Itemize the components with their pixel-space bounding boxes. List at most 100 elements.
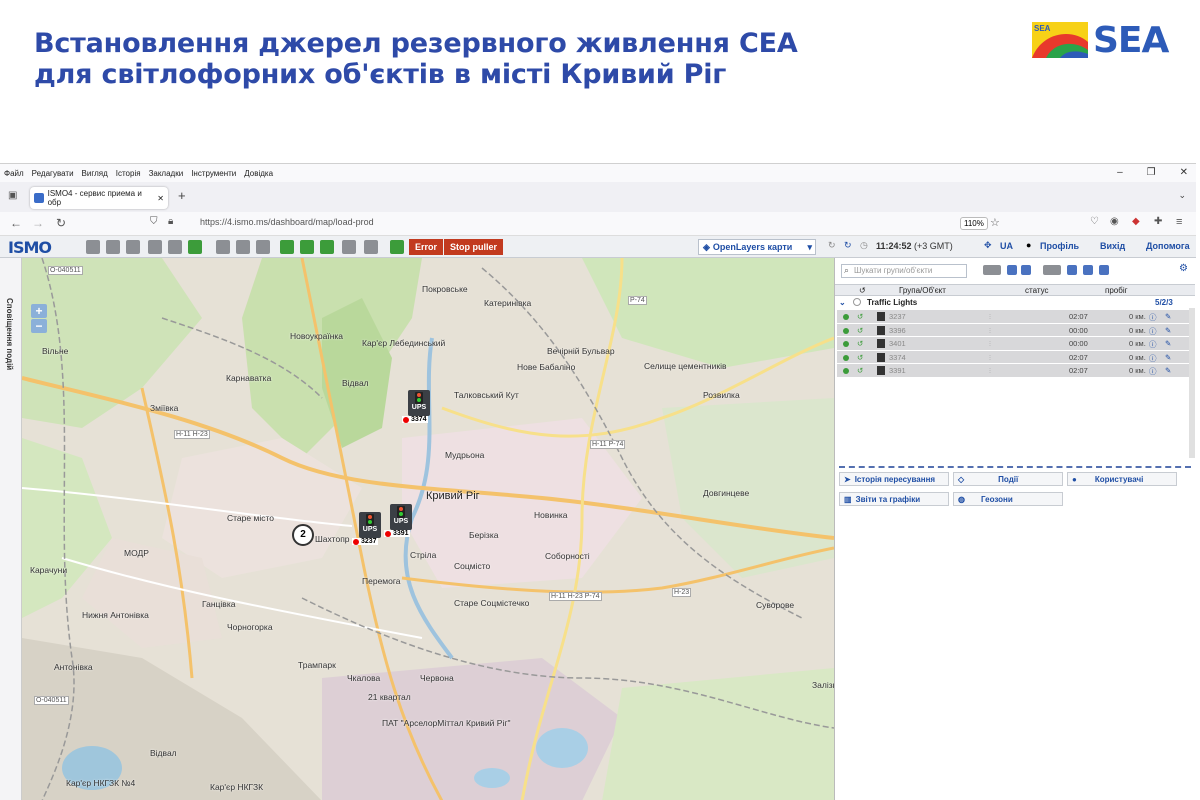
tab-ismo[interactable]: ISMO4 - сервис приема и обр ✕ xyxy=(30,187,168,209)
panel-add-group-icon[interactable] xyxy=(1067,265,1077,275)
sync-icon[interactable]: ↻ xyxy=(844,240,852,251)
reports-button[interactable]: ▥ Звіти та графіки xyxy=(839,492,949,506)
history-button[interactable]: ➤ Історія пересування xyxy=(839,472,949,486)
tool-flag-4-icon[interactable] xyxy=(342,240,356,254)
table-row[interactable]: ↺ 3396 ⫶ 00:00 0 км. ⓘ ✎ xyxy=(837,323,1195,337)
table-row[interactable]: ↺ 3391 ⫶ 02:07 0 км. ⓘ ✎ xyxy=(837,364,1195,378)
cluster-marker[interactable]: 2 xyxy=(292,524,314,546)
table-row[interactable]: ↺ 3374 ⫶ 02:07 0 км. ⓘ ✎ xyxy=(837,350,1195,364)
map-view[interactable]: Покровське Катеринівка Новоукраїнка Кар'єр … xyxy=(22,258,834,800)
restore-icon[interactable]: ❐ xyxy=(1147,167,1156,178)
forward-icon[interactable]: → xyxy=(32,216,44,230)
info-icon[interactable]: ⓘ xyxy=(1149,339,1157,350)
ups-marker-3374[interactable]: UPS xyxy=(408,390,430,416)
menu-bookmarks[interactable]: Закладки xyxy=(149,169,184,178)
panel-folder-icon[interactable] xyxy=(1043,265,1061,275)
refresh-icon[interactable]: ↻ xyxy=(828,240,836,251)
events-sidebar[interactable]: Сповіщення подій xyxy=(0,258,22,800)
tool-layers-icon[interactable] xyxy=(168,240,182,254)
geozones-button[interactable]: ◍ Геозони xyxy=(953,492,1063,506)
map-zoom-in-button[interactable]: + xyxy=(31,304,47,318)
bookmark-star-icon[interactable]: ☆ xyxy=(990,216,1000,229)
edit-icon[interactable]: ✎ xyxy=(1165,339,1171,348)
edit-icon[interactable]: ✎ xyxy=(1165,366,1171,375)
close-tab-icon[interactable]: ✕ xyxy=(157,194,168,203)
group-collapse-icon[interactable]: ⌄ xyxy=(839,298,846,307)
group-row[interactable]: ⌄ Traffic Lights 5/2/3 xyxy=(835,297,1195,309)
tab-list-icon[interactable]: ▣ xyxy=(8,190,17,201)
search-input[interactable]: Шукати групи/об'єкти xyxy=(841,264,967,278)
edit-icon[interactable]: ✎ xyxy=(1165,312,1171,321)
column-mileage[interactable]: пробіг xyxy=(1105,286,1128,295)
tool-flag-1-icon[interactable] xyxy=(280,240,294,254)
pocket-icon[interactable]: ♡ xyxy=(1090,216,1099,227)
refresh-row-icon[interactable]: ↺ xyxy=(857,366,863,375)
profile-link[interactable]: Профіль xyxy=(1040,241,1079,251)
refresh-row-icon[interactable]: ↺ xyxy=(857,353,863,362)
tool-geozone-icon[interactable] xyxy=(390,240,404,254)
menu-edit[interactable]: Редагувати xyxy=(32,169,74,178)
menu-tools[interactable]: Інструменти xyxy=(191,169,236,178)
panel-splitter[interactable] xyxy=(839,466,1191,468)
panel-settings-icon[interactable]: ⚙ xyxy=(1179,263,1188,274)
tool-flag-3-icon[interactable] xyxy=(320,240,334,254)
tool-measure-icon[interactable] xyxy=(126,240,140,254)
panel-list-icon[interactable] xyxy=(1021,265,1031,275)
close-window-icon[interactable]: ✕ xyxy=(1180,167,1188,178)
menu-history[interactable]: Історія xyxy=(116,169,141,178)
info-icon[interactable]: ⓘ xyxy=(1149,366,1157,377)
info-icon[interactable]: ⓘ xyxy=(1149,312,1157,323)
users-button[interactable]: ● Користувачі xyxy=(1067,472,1177,486)
tool-vehicle-icon[interactable] xyxy=(216,240,230,254)
map-layer-select[interactable]: ◈ OpenLayers карти ▾ xyxy=(698,239,816,255)
refresh-row-icon[interactable]: ↺ xyxy=(857,339,863,348)
new-tab-icon[interactable]: + xyxy=(178,188,186,203)
account-icon[interactable]: ◉ xyxy=(1110,216,1119,227)
edit-icon[interactable]: ✎ xyxy=(1165,326,1171,335)
info-icon[interactable]: ⓘ xyxy=(1149,326,1157,337)
tool-truck-icon[interactable] xyxy=(236,240,250,254)
column-status[interactable]: статус xyxy=(1025,286,1049,295)
panel-remove-icon[interactable] xyxy=(1099,265,1109,275)
column-group[interactable]: Група/Об'єкт xyxy=(899,286,946,295)
tool-print-icon[interactable] xyxy=(256,240,270,254)
ups-marker-3391[interactable]: UPS xyxy=(390,504,412,530)
table-row[interactable]: ↺ 3401 ⫶ 00:00 0 км. ⓘ ✎ xyxy=(837,337,1195,351)
refresh-row-icon[interactable]: ↺ xyxy=(857,312,863,321)
zoom-level[interactable]: 110% xyxy=(960,217,988,230)
language-select[interactable]: UA xyxy=(1000,241,1013,251)
url-field[interactable]: https://4.ismo.ms/dashboard/map/load-pro… xyxy=(200,217,374,227)
events-button[interactable]: ◇ Події xyxy=(953,472,1063,486)
map-zoom-out-button[interactable]: − xyxy=(31,319,47,333)
stop-puller-button[interactable]: Stop puller xyxy=(444,239,503,255)
fullscreen-icon[interactable]: ✥ xyxy=(984,240,992,251)
edit-icon[interactable]: ✎ xyxy=(1165,353,1171,362)
ups-marker-3237[interactable]: UPS xyxy=(359,512,381,538)
tool-search-icon[interactable] xyxy=(148,240,162,254)
extension-icon[interactable]: ◆ xyxy=(1132,216,1140,227)
panel-group-list-icon[interactable] xyxy=(1083,265,1093,275)
scrollbar[interactable] xyxy=(1189,308,1195,458)
header-refresh-icon[interactable]: ↺ xyxy=(859,286,866,295)
menu-view[interactable]: Вигляд xyxy=(82,169,108,178)
menu-file[interactable]: Файл xyxy=(4,169,24,178)
error-button[interactable]: Error xyxy=(409,239,444,255)
back-icon[interactable]: ← xyxy=(10,216,22,230)
tool-route-icon[interactable] xyxy=(188,240,202,254)
tool-zoom-in-icon[interactable] xyxy=(86,240,100,254)
help-link[interactable]: Допомога xyxy=(1146,241,1190,251)
panel-add-icon[interactable] xyxy=(1007,265,1017,275)
logout-link[interactable]: Вихід xyxy=(1100,241,1125,251)
menu-help[interactable]: Довідка xyxy=(244,169,273,178)
tool-pan-icon[interactable] xyxy=(106,240,120,254)
tabs-dropdown-icon[interactable]: ⌄ xyxy=(1178,190,1186,201)
refresh-row-icon[interactable]: ↺ xyxy=(857,326,863,335)
info-icon[interactable]: ⓘ xyxy=(1149,353,1157,364)
table-row[interactable]: ↺ 3237 ⫶ 02:07 0 км. ⓘ ✎ xyxy=(837,310,1195,324)
minimize-icon[interactable]: – xyxy=(1117,167,1123,178)
hamburger-menu-icon[interactable]: ≡ xyxy=(1176,216,1182,228)
reload-icon[interactable]: ↻ xyxy=(56,216,66,230)
tool-flag-5-icon[interactable] xyxy=(364,240,378,254)
group-checkbox[interactable] xyxy=(853,298,861,306)
puzzle-icon[interactable]: ✚ xyxy=(1154,216,1162,227)
